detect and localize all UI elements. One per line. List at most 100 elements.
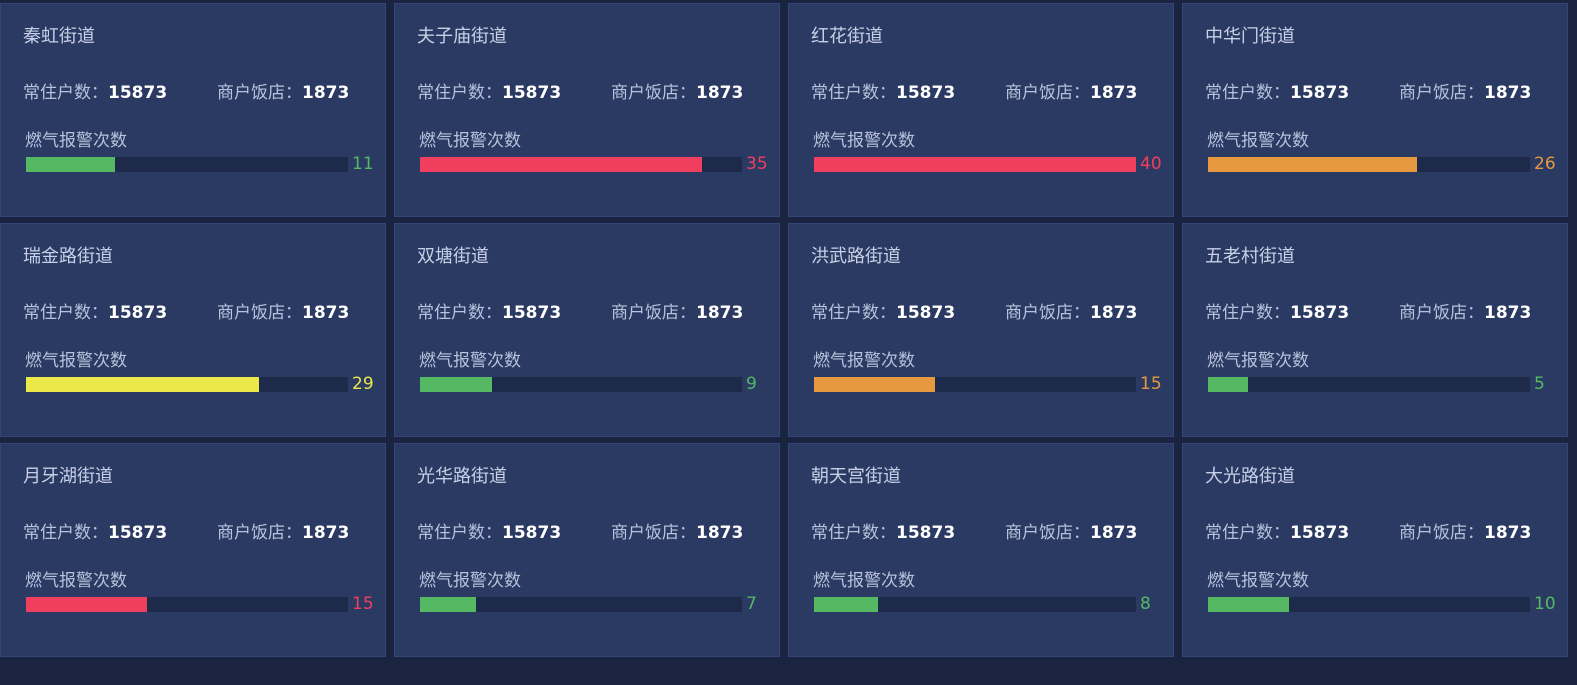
shops-stat: 商户饭店：1873: [611, 78, 743, 103]
shops-stat: 商户饭店：1873: [1005, 78, 1137, 103]
alarm-bar-track: [814, 377, 1136, 392]
shops-stat: 商户饭店：1873: [1399, 518, 1531, 543]
alarm-bar-fill: [1208, 157, 1418, 172]
residents-stat: 常住户数：15873: [811, 298, 955, 323]
street-card[interactable]: 光华路街道 常住户数：15873 商户饭店：1873 燃气报警次数 7: [394, 443, 780, 657]
residents-stat: 常住户数：15873: [811, 518, 955, 543]
shops-value: 1873: [1090, 523, 1138, 543]
alarm-bar-track: [420, 377, 742, 392]
residents-value: 15873: [896, 303, 956, 323]
street-card[interactable]: 中华门街道 常住户数：15873 商户饭店：1873 燃气报警次数 26: [1182, 3, 1568, 217]
street-name: 光华路街道: [417, 466, 507, 487]
shops-value: 1873: [1484, 83, 1532, 103]
residents-label: 常住户数：: [811, 523, 896, 543]
residents-label: 常住户数：: [417, 523, 502, 543]
residents-value: 15873: [502, 303, 562, 323]
residents-label: 常住户数：: [1205, 523, 1290, 543]
residents-label: 常住户数：: [23, 523, 108, 543]
shops-label: 商户饭店：: [1005, 303, 1090, 323]
street-card[interactable]: 洪武路街道 常住户数：15873 商户饭店：1873 燃气报警次数 15: [788, 223, 1174, 437]
alarm-value: 10: [1534, 594, 1556, 614]
residents-value: 15873: [1290, 523, 1350, 543]
shops-label: 商户饭店：: [1005, 83, 1090, 103]
residents-value: 15873: [896, 83, 956, 103]
alarm-bar-fill: [1208, 597, 1289, 612]
alarm-value: 11: [352, 154, 374, 174]
alarm-value: 15: [1140, 374, 1162, 394]
residents-label: 常住户数：: [23, 83, 108, 103]
shops-label: 商户饭店：: [217, 303, 302, 323]
residents-value: 15873: [502, 523, 562, 543]
street-name: 中华门街道: [1205, 26, 1295, 47]
street-card[interactable]: 大光路街道 常住户数：15873 商户饭店：1873 燃气报警次数 10: [1182, 443, 1568, 657]
residents-stat: 常住户数：15873: [417, 518, 561, 543]
shops-value: 1873: [1090, 83, 1138, 103]
street-card[interactable]: 五老村街道 常住户数：15873 商户饭店：1873 燃气报警次数 5: [1182, 223, 1568, 437]
residents-stat: 常住户数：15873: [1205, 78, 1349, 103]
shops-value: 1873: [1484, 523, 1532, 543]
alarm-value: 35: [746, 154, 768, 174]
shops-value: 1873: [696, 523, 744, 543]
residents-label: 常住户数：: [811, 83, 896, 103]
alarm-bar-track: [420, 597, 742, 612]
street-card[interactable]: 秦虹街道 常住户数：15873 商户饭店：1873 燃气报警次数 11: [0, 3, 386, 217]
alarm-bar-fill: [26, 157, 115, 172]
alarm-bar-fill: [420, 157, 702, 172]
residents-value: 15873: [502, 83, 562, 103]
shops-stat: 商户饭店：1873: [611, 518, 743, 543]
alarm-label: 燃气报警次数: [813, 571, 915, 591]
alarm-bar-track: [814, 597, 1136, 612]
street-name: 瑞金路街道: [23, 246, 113, 267]
street-name: 大光路街道: [1205, 466, 1295, 487]
alarm-value: 7: [746, 594, 757, 614]
residents-label: 常住户数：: [1205, 303, 1290, 323]
street-card[interactable]: 瑞金路街道 常住户数：15873 商户饭店：1873 燃气报警次数 29: [0, 223, 386, 437]
alarm-bar-track: [26, 157, 348, 172]
alarm-label: 燃气报警次数: [25, 351, 127, 371]
alarm-value: 40: [1140, 154, 1162, 174]
alarm-bar-fill: [1208, 377, 1249, 392]
shops-value: 1873: [302, 303, 350, 323]
street-card[interactable]: 月牙湖街道 常住户数：15873 商户饭店：1873 燃气报警次数 15: [0, 443, 386, 657]
residents-stat: 常住户数：15873: [1205, 518, 1349, 543]
shops-label: 商户饭店：: [1005, 523, 1090, 543]
alarm-label: 燃气报警次数: [1207, 571, 1309, 591]
shops-label: 商户饭店：: [611, 303, 696, 323]
street-card[interactable]: 朝天宫街道 常住户数：15873 商户饭店：1873 燃气报警次数 8: [788, 443, 1174, 657]
shops-value: 1873: [696, 303, 744, 323]
street-card[interactable]: 夫子庙街道 常住户数：15873 商户饭店：1873 燃气报警次数 35: [394, 3, 780, 217]
shops-label: 商户饭店：: [1399, 523, 1484, 543]
shops-stat: 商户饭店：1873: [1005, 298, 1137, 323]
alarm-label: 燃气报警次数: [419, 351, 521, 371]
shops-stat: 商户饭店：1873: [217, 78, 349, 103]
alarm-label: 燃气报警次数: [813, 351, 915, 371]
shops-value: 1873: [302, 523, 350, 543]
street-name: 秦虹街道: [23, 26, 95, 47]
street-name: 月牙湖街道: [23, 466, 113, 487]
alarm-value: 15: [352, 594, 374, 614]
residents-label: 常住户数：: [811, 303, 896, 323]
street-name: 洪武路街道: [811, 246, 901, 267]
street-card[interactable]: 红花街道 常住户数：15873 商户饭店：1873 燃气报警次数 40: [788, 3, 1174, 217]
street-card[interactable]: 双塘街道 常住户数：15873 商户饭店：1873 燃气报警次数 9: [394, 223, 780, 437]
street-name: 红花街道: [811, 26, 883, 47]
residents-stat: 常住户数：15873: [1205, 298, 1349, 323]
shops-stat: 商户饭店：1873: [1005, 518, 1137, 543]
alarm-value: 9: [746, 374, 757, 394]
alarm-bar-fill: [26, 377, 260, 392]
street-name: 朝天宫街道: [811, 466, 901, 487]
alarm-label: 燃气报警次数: [25, 571, 127, 591]
shops-label: 商户饭店：: [1399, 303, 1484, 323]
street-grid: 秦虹街道 常住户数：15873 商户饭店：1873 燃气报警次数 11 夫子庙街…: [0, 3, 1577, 657]
residents-label: 常住户数：: [1205, 83, 1290, 103]
shops-label: 商户饭店：: [1399, 83, 1484, 103]
alarm-label: 燃气报警次数: [419, 131, 521, 151]
shops-value: 1873: [1484, 303, 1532, 323]
alarm-label: 燃气报警次数: [25, 131, 127, 151]
shops-stat: 商户饭店：1873: [1399, 78, 1531, 103]
shops-stat: 商户饭店：1873: [217, 518, 349, 543]
residents-stat: 常住户数：15873: [417, 298, 561, 323]
alarm-bar-track: [1208, 377, 1530, 392]
alarm-bar-track: [26, 377, 348, 392]
alarm-bar-fill: [814, 597, 879, 612]
